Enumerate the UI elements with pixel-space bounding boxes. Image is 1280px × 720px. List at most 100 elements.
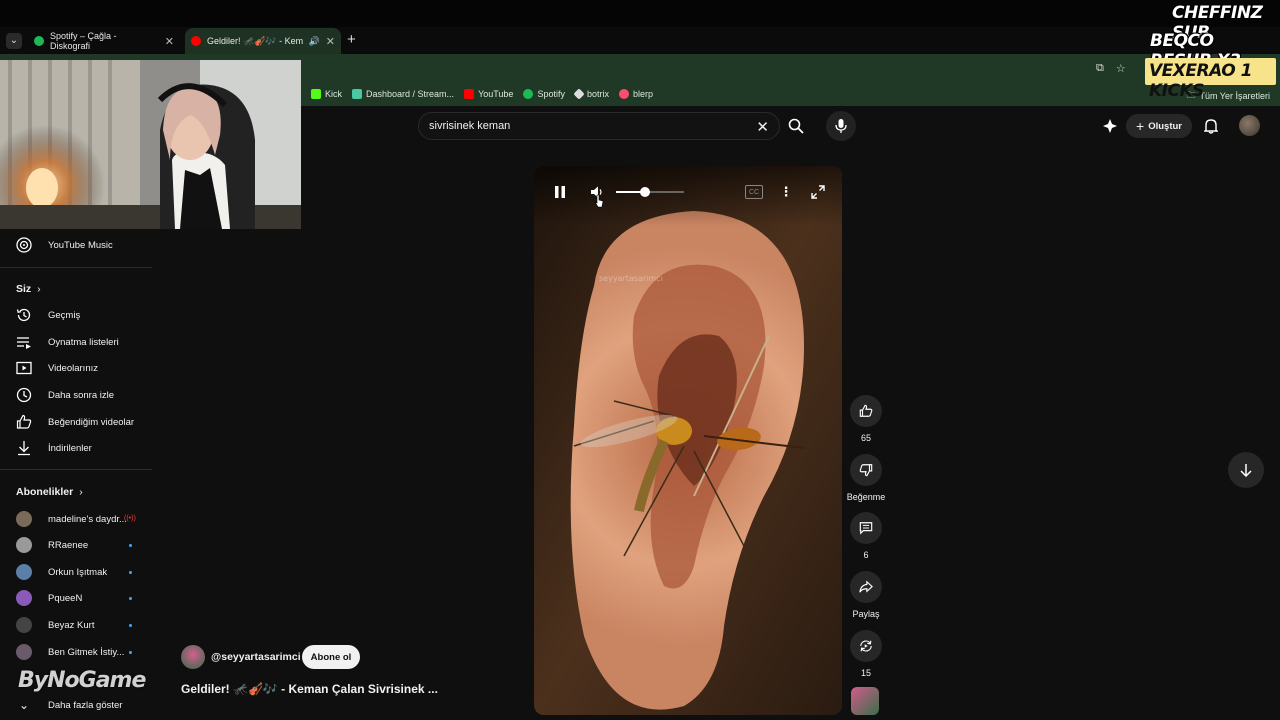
bookmark-dashboard[interactable]: Dashboard / Stream...	[352, 89, 454, 99]
search-query: sivrisinek keman	[429, 120, 511, 132]
sidebar-show-more[interactable]: ⌄ Daha fazla göster	[0, 693, 152, 717]
thumb-down-icon	[859, 464, 873, 477]
pause-button[interactable]	[552, 184, 568, 200]
bookmark-botrix[interactable]: botrix	[573, 88, 609, 100]
mic-icon	[835, 119, 847, 133]
tab-youtube[interactable]: Geldiler! 🦟🎻🎶 - Kemar 🔊 ✕	[185, 28, 341, 54]
sidebar-subscription[interactable]: Orkun Işıtmak	[0, 560, 152, 584]
tab-search-button[interactable]: ⌄	[6, 33, 22, 49]
chevron-down-icon: ⌄	[18, 698, 30, 712]
install-icon[interactable]: ⧉	[1096, 62, 1104, 75]
tab-label: Spotify – Çağla - Diskografi	[50, 31, 117, 51]
channel-avatar	[16, 564, 32, 580]
sidebar-item-history[interactable]: Geçmiş	[0, 303, 152, 327]
sidebar-subscription[interactable]: RRaenee	[0, 533, 152, 557]
short-title[interactable]: Geldiler! 🦟🎻🎶 - Keman Çalan Sivrisinek .…	[181, 682, 438, 696]
kick-icon	[311, 89, 321, 99]
captions-button[interactable]: CC	[745, 185, 763, 199]
live-icon: ((•))	[124, 515, 136, 522]
tab-spotify[interactable]: Spotify – Çağla - Diskografi ✕	[28, 28, 180, 54]
sidebar-item-downloads[interactable]: İndirilenler	[0, 436, 152, 460]
more-options-button[interactable]: ⋮	[778, 184, 794, 200]
share-label: Paylaş	[852, 609, 880, 619]
download-icon	[16, 440, 32, 456]
new-content-dot	[129, 651, 132, 654]
notifications-button[interactable]	[1202, 117, 1220, 135]
new-content-dot	[129, 597, 132, 600]
new-content-dot	[129, 624, 132, 627]
sidebar-subscription[interactable]: madeline's daydr... ((•))	[0, 507, 152, 531]
comment-icon	[859, 522, 873, 535]
close-icon[interactable]: ✕	[165, 35, 174, 48]
new-content-dot	[129, 544, 132, 547]
mouse-cursor	[593, 194, 605, 208]
bookmark-spotify[interactable]: Spotify	[523, 89, 565, 99]
voice-search-button[interactable]	[826, 111, 856, 141]
watch-later-icon	[16, 387, 32, 403]
sound-thumbnail[interactable]	[851, 687, 879, 715]
blerp-icon	[618, 89, 629, 99]
share-button[interactable]: Paylaş	[845, 571, 887, 619]
bookmark-kick[interactable]: Kick	[311, 89, 342, 99]
comments-button[interactable]: 6	[849, 512, 883, 560]
divider	[0, 469, 152, 470]
create-button[interactable]: + Oluştur	[1126, 114, 1192, 138]
spotify-icon	[523, 89, 534, 99]
sidebar-section-subscriptions[interactable]: Abonelikler ›	[16, 486, 83, 498]
channel-avatar	[16, 644, 32, 660]
dislike-label: Beğenme	[846, 492, 886, 502]
sidebar-item-your-videos[interactable]: Videolarınız	[0, 356, 152, 380]
new-tab-button[interactable]: +	[347, 31, 356, 48]
spotify-icon	[34, 36, 44, 46]
star-icon[interactable]: ☆	[1116, 62, 1126, 75]
search-button[interactable]	[780, 112, 812, 140]
clear-search-icon[interactable]: ✕	[756, 118, 769, 136]
remix-button[interactable]: 15	[849, 630, 883, 678]
dashboard-icon	[352, 89, 363, 99]
sidebar-subscription[interactable]: PqueeN	[0, 586, 152, 610]
comment-count: 6	[863, 550, 869, 560]
sidebar-item-playlists[interactable]: Oynatma listeleri	[0, 330, 152, 354]
fun-icon-button[interactable]	[1101, 117, 1119, 135]
pause-icon	[555, 186, 565, 198]
like-button[interactable]: 65	[849, 395, 883, 443]
remix-count: 15	[860, 668, 871, 678]
your-videos-icon	[16, 360, 32, 376]
channel-avatar	[16, 590, 32, 606]
next-short-button[interactable]	[1228, 452, 1264, 488]
bookmark-youtube[interactable]: YouTube	[464, 89, 513, 99]
bookmark-blerp[interactable]: blerp	[618, 89, 653, 99]
address-actions: ⧉ ☆	[1096, 62, 1126, 75]
fullscreen-button[interactable]	[810, 184, 826, 200]
sidebar-subscription[interactable]: Beyaz Kurt	[0, 613, 152, 637]
channel-avatar[interactable]	[181, 645, 205, 669]
short-video-player[interactable]: seyyartasarımcı	[534, 166, 842, 715]
sparkle-icon	[1103, 119, 1117, 133]
sidebar-item-watch-later[interactable]: Daha sonra izle	[0, 383, 152, 407]
subscribe-button[interactable]: Abone ol	[302, 645, 360, 669]
sidebar-section-you[interactable]: Siz ›	[16, 283, 41, 295]
sidebar-subscription[interactable]: Ben Gitmek İstiy...	[0, 640, 152, 664]
account-avatar[interactable]	[1239, 115, 1260, 136]
sidebar-item-liked-videos[interactable]: Beğendiğim videolar	[0, 410, 152, 434]
thumb-up-icon	[859, 404, 873, 417]
close-icon[interactable]: ✕	[326, 35, 335, 48]
stream-overlay-kicks: VEXERAO 1 KICKS	[1145, 58, 1276, 101]
volume-handle[interactable]	[639, 187, 650, 197]
audio-icon[interactable]: 🔊	[309, 36, 320, 47]
player-controls-bar	[534, 166, 842, 226]
channel-name[interactable]: @seyyartasarimci	[211, 651, 301, 663]
search-input[interactable]: sivrisinek keman ✕	[418, 112, 780, 140]
bell-icon	[1204, 119, 1218, 134]
youtube-music-icon	[16, 237, 32, 253]
sidebar-item-youtube-music[interactable]: YouTube Music	[0, 233, 152, 257]
plus-icon: +	[1136, 118, 1145, 134]
new-content-dot	[129, 571, 132, 574]
dislike-button[interactable]: Beğenme	[845, 454, 887, 502]
youtube-icon	[464, 89, 475, 99]
video-frame: seyyartasarımcı	[534, 166, 842, 715]
history-icon	[16, 307, 32, 323]
channel-avatar	[16, 511, 32, 527]
liked-icon	[16, 414, 32, 430]
more-vert-icon: ⋮	[779, 184, 793, 199]
